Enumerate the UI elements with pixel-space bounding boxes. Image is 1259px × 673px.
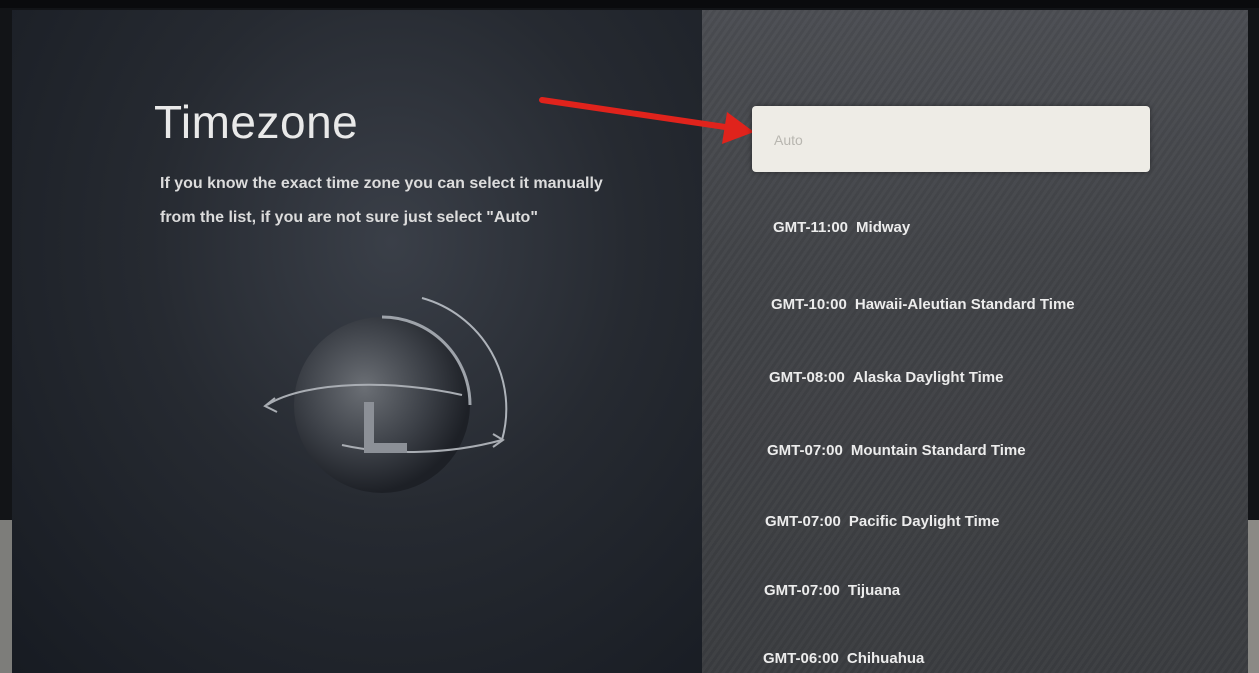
timezone-offset: GMT-07:00: [765, 513, 841, 530]
description-line-1: If you know the exact time zone you can …: [160, 175, 603, 192]
page-description: If you know the exact time zone you can …: [160, 167, 680, 235]
timezone-item-tijuana[interactable]: GMT-07:00 Tijuana: [764, 582, 900, 599]
timezone-name: Midway: [856, 219, 911, 236]
description-line-2: from the list, if you are not sure just …: [160, 209, 538, 226]
tv-screen: Timezone If you know the exact time zone…: [12, 10, 1248, 673]
globe-clock-icon: [247, 290, 547, 520]
auto-option[interactable]: Auto: [752, 106, 1150, 172]
timezone-offset: GMT-06:00: [763, 650, 839, 667]
timezone-name: Hawaii-Aleutian Standard Time: [854, 296, 1075, 313]
page-title: Timezone: [154, 96, 359, 148]
timezone-offset: GMT-08:00: [769, 369, 845, 386]
tv-bezel-top: [0, 0, 1259, 8]
timezone-name: Mountain Standard Time: [850, 442, 1026, 459]
timezone-name: Pacific Daylight Time: [848, 513, 1000, 530]
timezone-item-pacific[interactable]: GMT-07:00 Pacific Daylight Time: [765, 513, 999, 530]
timezone-offset: GMT-10:00: [771, 296, 847, 313]
timezone-item-hawaii[interactable]: GMT-10:00 Hawaii-Aleutian Standard Time: [771, 296, 1075, 313]
timezone-name: Chihuahua: [846, 650, 925, 667]
timezone-name: Alaska Daylight Time: [852, 369, 1004, 386]
timezone-item-midway[interactable]: GMT-11:00 Midway: [773, 219, 910, 236]
auto-option-label: Auto: [774, 132, 803, 148]
red-arrow-icon: [539, 97, 754, 144]
background-wall-right: [1247, 520, 1259, 673]
timezone-offset: GMT-07:00: [764, 582, 840, 599]
timezone-offset: GMT-11:00: [773, 219, 849, 236]
timezone-item-mountain[interactable]: GMT-07:00 Mountain Standard Time: [767, 442, 1026, 459]
timezone-name: Tijuana: [847, 582, 901, 599]
timezone-item-chihuahua[interactable]: GMT-06:00 Chihuahua: [763, 650, 924, 667]
timezone-offset: GMT-07:00: [767, 442, 843, 459]
timezone-item-alaska[interactable]: GMT-08:00 Alaska Daylight Time: [769, 369, 1003, 386]
